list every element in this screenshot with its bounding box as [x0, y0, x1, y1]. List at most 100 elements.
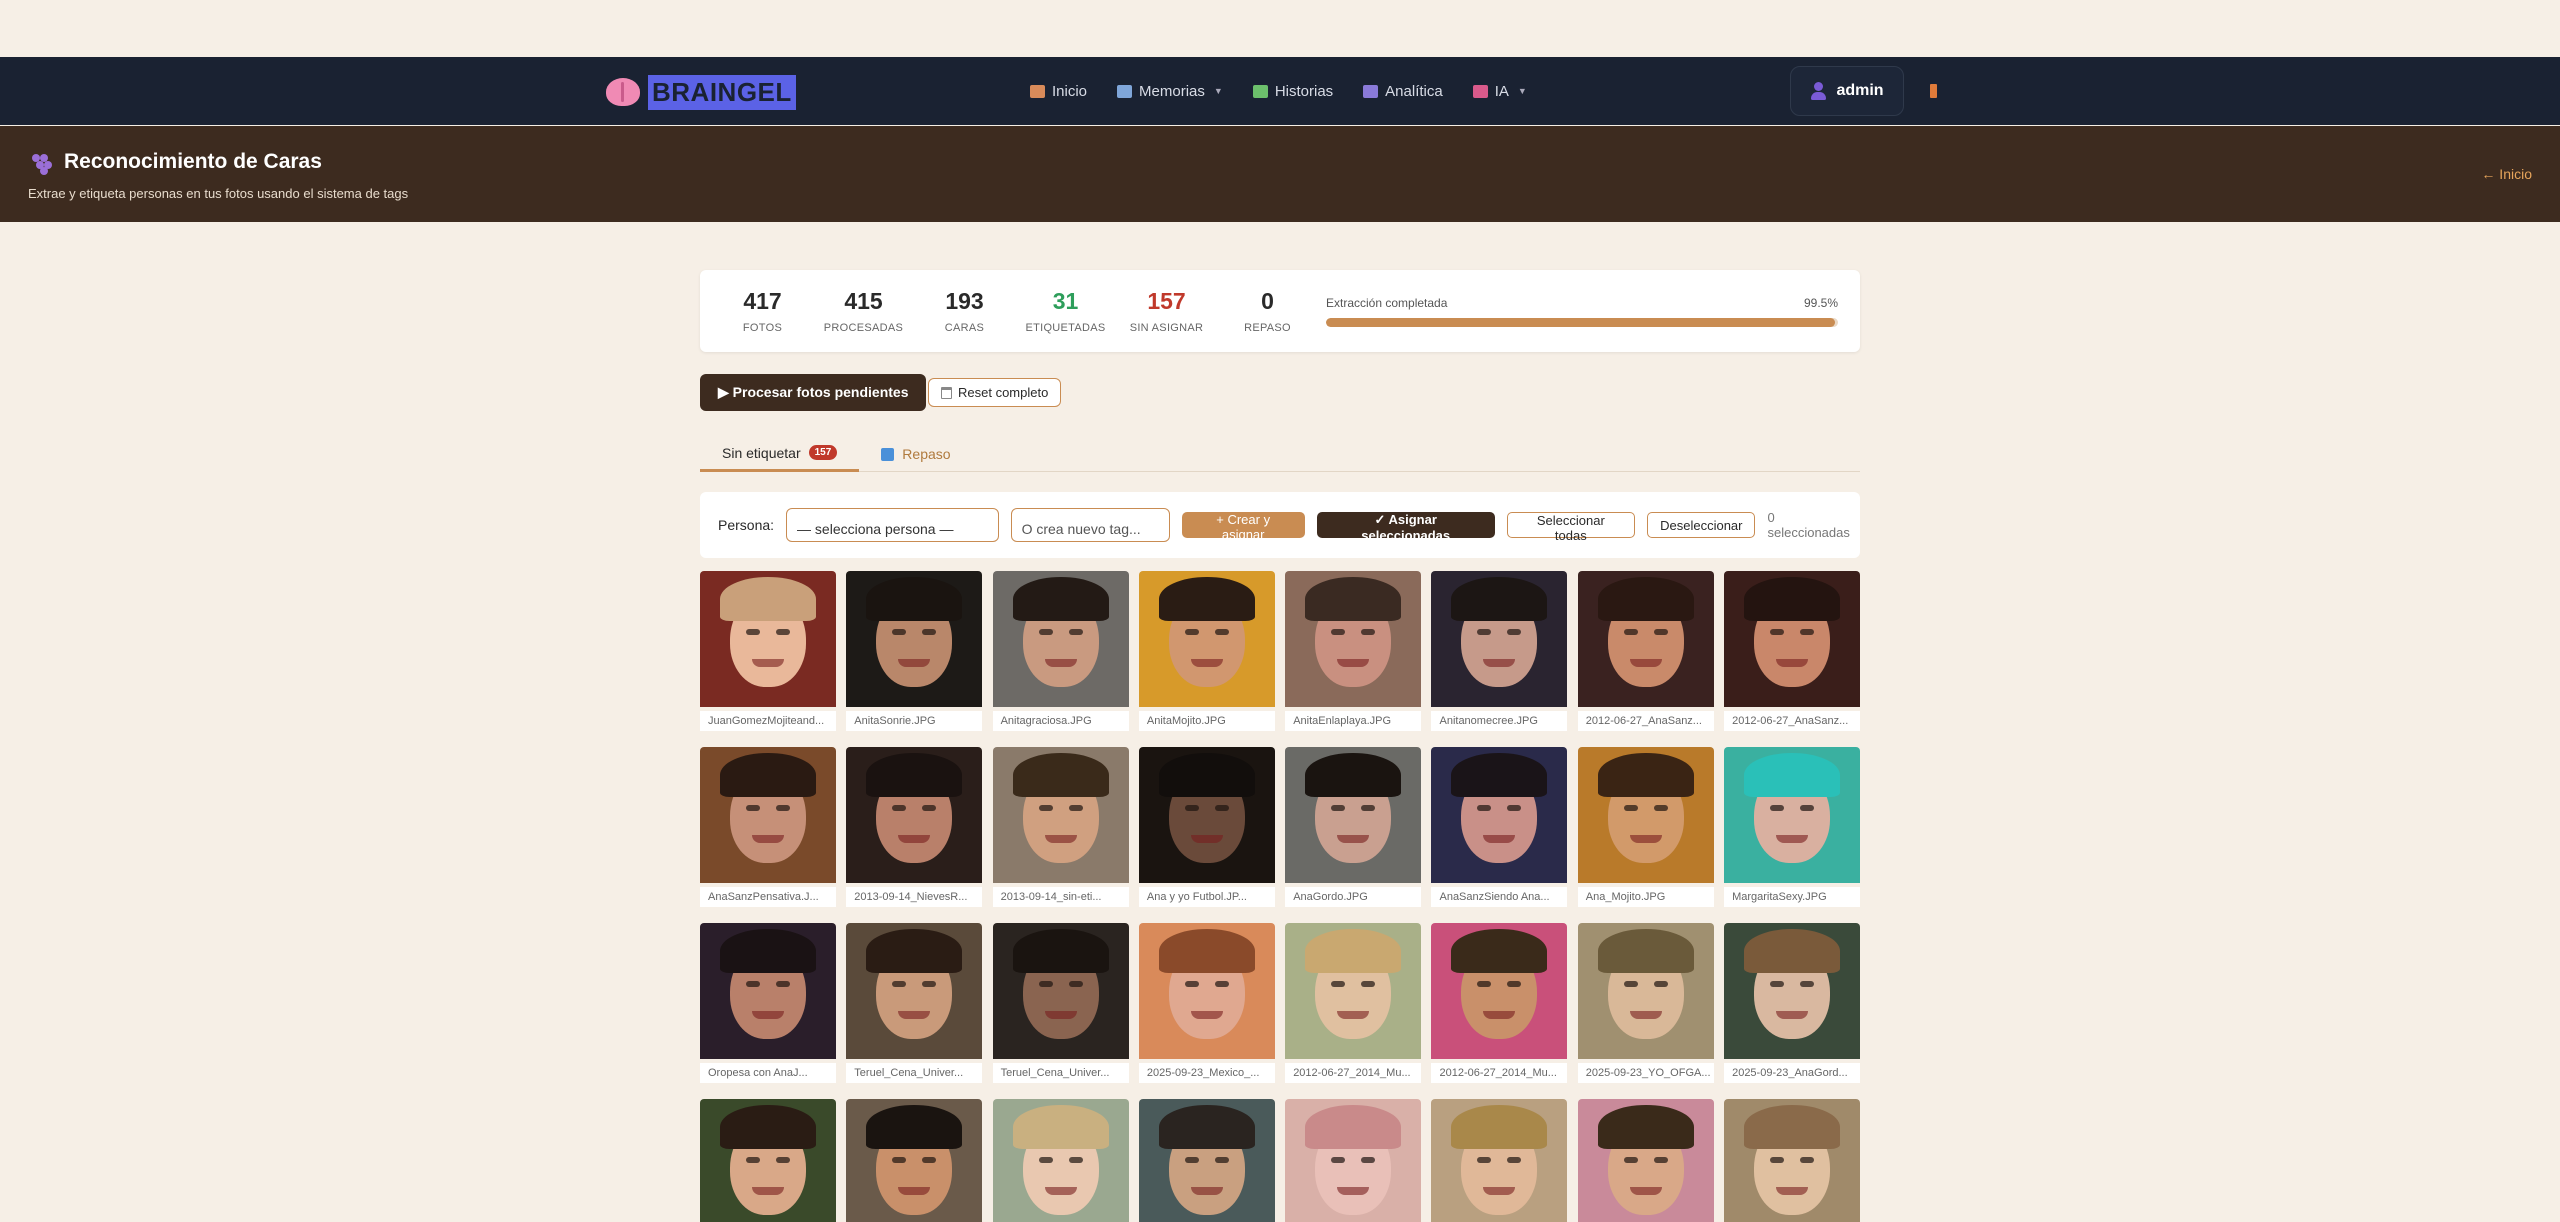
face-thumbnail[interactable]	[1138, 923, 1275, 1059]
brand-logo[interactable]: BRAINGEL	[606, 73, 796, 111]
face-card[interactable]: AnaGordo.JPG	[1285, 747, 1422, 923]
tab-review[interactable]: Repaso	[859, 436, 972, 472]
stats-row: 417 FOTOS 415 PROCESADAS 193 CARAS 31 ETIQUETAD…	[712, 270, 1318, 352]
stat-repaso: 0 REPASO	[1217, 270, 1318, 352]
face-thumbnail[interactable]	[1431, 571, 1568, 707]
user-menu[interactable]: admin	[1790, 66, 1904, 116]
tab-review-label: Repaso	[902, 446, 951, 462]
face-thumbnail[interactable]	[1577, 923, 1714, 1059]
face-card[interactable]: AnaSanzSiendo Ana...	[1431, 747, 1568, 923]
face-thumbnail[interactable]	[1724, 747, 1861, 883]
face-card[interactable]: Ana y yo Futbol.JP...	[1138, 747, 1275, 923]
face-thumbnail[interactable]	[846, 923, 983, 1059]
face-thumbnail[interactable]	[1285, 747, 1422, 883]
stat-etiquetadas: 31 ETIQUETADAS	[1015, 270, 1116, 352]
face-card[interactable]: AnaSanzPensativa.J...	[700, 747, 836, 923]
face-card[interactable]: AnitaEnlaplaya.JPG	[1285, 571, 1422, 747]
nav-link-memorias[interactable]: Memorias ▼	[1117, 83, 1223, 100]
face-thumbnail[interactable]	[846, 571, 983, 707]
face-thumbnail[interactable]	[1577, 747, 1714, 883]
create-assign-button[interactable]: + Crear y asignar	[1181, 512, 1305, 542]
face-card[interactable]: 2012-06-27_2014_Mu...	[1285, 923, 1422, 1099]
user-icon	[1810, 82, 1827, 100]
progress-percent: 99.5%	[1803, 296, 1838, 310]
face-thumbnail[interactable]	[1577, 1099, 1714, 1222]
face-card[interactable]: 2025-09-23_YO_OFGA...	[1577, 923, 1714, 1099]
face-thumbnail[interactable]	[700, 747, 836, 883]
face-caption: 2013-09-14_sin-eti...	[992, 887, 1129, 907]
face-thumbnail[interactable]	[992, 571, 1129, 707]
face-thumbnail[interactable]	[1724, 923, 1861, 1059]
nav-link-analítica[interactable]: Analítica	[1363, 83, 1443, 100]
page-subtitle: Extrae y etiqueta personas en tus fotos …	[28, 186, 409, 201]
face-caption: Ana_Mojito.JPG	[1577, 887, 1714, 907]
face-card[interactable]: Ana_Mojito.JPG	[1577, 747, 1714, 923]
face-thumbnail[interactable]	[1577, 571, 1714, 707]
face-card[interactable]	[1724, 1099, 1861, 1222]
face-card[interactable]: 2012-06-27_2014_Mu...	[1431, 923, 1568, 1099]
face-card[interactable]: Teruel_Cena_Univer...	[846, 923, 983, 1099]
trash-icon	[941, 386, 952, 399]
face-card[interactable]	[1138, 1099, 1275, 1222]
face-card[interactable]: Anitanomecree.JPG	[1431, 571, 1568, 747]
reset-button[interactable]: Reset completo	[928, 378, 1062, 407]
assign-selected-button[interactable]: ✓ Asignar seleccionadas	[1316, 512, 1495, 543]
stat-value: 193	[945, 288, 984, 314]
face-card[interactable]: JuanGomezMojiteand...	[700, 571, 836, 747]
face-card[interactable]: AnitaMojito.JPG	[1138, 571, 1275, 747]
face-thumbnail[interactable]	[992, 923, 1129, 1059]
face-card[interactable]: 2013-09-14_sin-eti...	[992, 747, 1129, 923]
face-thumbnail[interactable]	[700, 923, 836, 1059]
face-card[interactable]	[846, 1099, 983, 1222]
face-card[interactable]: AnitaSonrie.JPG	[846, 571, 983, 747]
face-thumbnail[interactable]	[846, 1099, 983, 1222]
face-thumbnail[interactable]	[1724, 571, 1861, 707]
nav-link-historias[interactable]: Historias	[1252, 82, 1334, 100]
face-card[interactable]	[992, 1099, 1129, 1222]
face-card[interactable]	[700, 1099, 836, 1222]
face-thumbnail[interactable]	[700, 1099, 836, 1222]
face-card[interactable]	[1577, 1099, 1714, 1222]
face-card[interactable]: Teruel_Cena_Univer...	[992, 923, 1129, 1099]
face-thumbnail[interactable]	[1285, 1099, 1422, 1222]
face-thumbnail[interactable]	[1138, 747, 1275, 883]
face-card[interactable]	[1285, 1099, 1422, 1222]
face-caption: 2012-06-27_AnaSanz...	[1724, 711, 1861, 731]
face-thumbnail[interactable]	[1431, 1099, 1568, 1222]
nav-link-label: Historias	[1274, 82, 1334, 100]
face-thumbnail[interactable]	[1285, 923, 1422, 1059]
tab-untagged[interactable]: Sin etiquetar 157	[700, 436, 860, 472]
face-card[interactable]: 2012-06-27_AnaSanz...	[1724, 571, 1861, 747]
face-thumbnail[interactable]	[1138, 1099, 1275, 1222]
select-all-button[interactable]: Seleccionar todas	[1506, 512, 1636, 543]
nav-link-ia[interactable]: IA ▼	[1472, 83, 1527, 100]
face-card[interactable]: Anitagraciosa.JPG	[992, 571, 1129, 747]
face-thumbnail[interactable]	[1431, 923, 1568, 1059]
face-card[interactable]: 2025-09-23_Mexico_...	[1138, 923, 1275, 1099]
face-thumbnail[interactable]	[1285, 571, 1422, 707]
face-card[interactable]: 2025-09-23_AnaGord...	[1724, 923, 1861, 1099]
face-thumbnail[interactable]	[700, 571, 836, 707]
logout-icon[interactable]	[1930, 84, 1937, 98]
face-thumbnail[interactable]	[992, 747, 1129, 883]
nav-link-inicio[interactable]: Inicio	[1030, 83, 1087, 100]
stat-fotos: 417 FOTOS	[712, 270, 813, 352]
face-thumbnail[interactable]	[846, 747, 983, 883]
face-card[interactable]	[1431, 1099, 1568, 1222]
face-thumbnail[interactable]	[1431, 747, 1568, 883]
back-home-link[interactable]: ← Inicio	[2481, 166, 2532, 182]
selected-count: 0 seleccionadas	[1767, 510, 1850, 540]
face-card[interactable]: Oropesa con AnaJ...	[700, 923, 836, 1099]
face-caption: AnaGordo.JPG	[1285, 887, 1422, 907]
face-thumbnail[interactable]	[992, 1099, 1129, 1222]
progress-label: Extracción completada	[1326, 296, 1448, 310]
face-card[interactable]: 2013-09-14_NievesR...	[846, 747, 983, 923]
persona-select[interactable]: — selecciona persona —	[786, 508, 999, 542]
face-thumbnail[interactable]	[1724, 1099, 1861, 1222]
deselect-button[interactable]: Deseleccionar	[1647, 512, 1756, 538]
new-tag-input[interactable]: O crea nuevo tag...	[1010, 508, 1170, 542]
process-pending-button[interactable]: ▶ Procesar fotos pendientes	[700, 374, 927, 411]
face-thumbnail[interactable]	[1138, 571, 1275, 707]
face-card[interactable]: 2012-06-27_AnaSanz...	[1577, 571, 1714, 747]
face-card[interactable]: MargaritaSexy.JPG	[1724, 747, 1861, 923]
